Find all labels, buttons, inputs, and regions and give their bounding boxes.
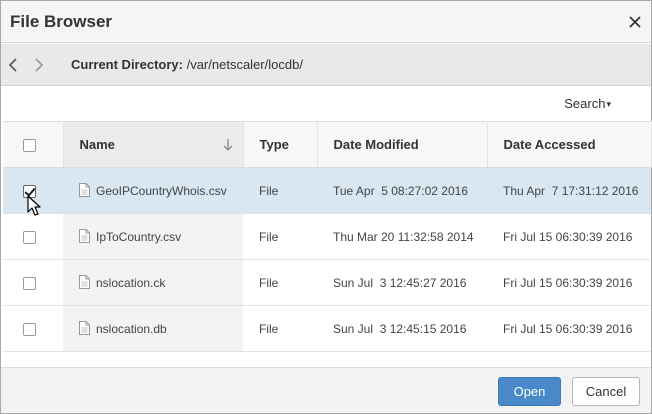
file-date-accessed: Fri Jul 15 06:30:39 2016 bbox=[487, 259, 651, 306]
file-name: IpToCountry.csv bbox=[96, 229, 182, 244]
file-type: File bbox=[243, 167, 317, 214]
search-dropdown[interactable]: Search▾ bbox=[564, 96, 611, 111]
directory-bar: Current Directory: /var/netscaler/locdb/ bbox=[1, 44, 651, 86]
search-row: Search▾ bbox=[1, 87, 651, 121]
dialog-title: File Browser bbox=[10, 12, 113, 31]
table-row[interactable]: IpToCountry.csv File Thu Mar 20 11:32:58 2… bbox=[3, 213, 651, 260]
file-type: File bbox=[243, 305, 317, 352]
select-all-cell bbox=[3, 121, 64, 168]
file-date-modified: Tue Apr 5 08:27:02 2016 bbox=[317, 167, 487, 214]
file-name: nslocation.ck bbox=[96, 275, 166, 290]
forward-arrow-icon[interactable] bbox=[31, 56, 47, 74]
row-checkbox[interactable] bbox=[23, 230, 36, 244]
select-all-checkbox[interactable] bbox=[23, 139, 36, 153]
row-checkbox-cell bbox=[3, 305, 63, 352]
current-directory: Current Directory: /var/netscaler/locdb/ bbox=[71, 57, 303, 72]
file-name-cell[interactable]: IpToCountry.csv bbox=[63, 213, 243, 260]
row-checkbox[interactable] bbox=[23, 276, 36, 290]
title-bar: File Browser bbox=[1, 1, 651, 43]
file-icon bbox=[79, 183, 90, 198]
current-directory-label: Current Directory: bbox=[71, 57, 183, 72]
table-row[interactable]: nslocation.ck File Sun Jul 3 12:45:27 2016… bbox=[3, 259, 651, 306]
file-name-cell[interactable]: nslocation.ck bbox=[63, 259, 243, 306]
current-directory-path: /var/netscaler/locdb/ bbox=[186, 57, 303, 72]
column-header-date-modified[interactable]: Date Modified bbox=[317, 121, 488, 168]
table-row[interactable]: GeoIPCountryWhois.csv File Tue Apr 5 08:27… bbox=[3, 167, 651, 214]
table-row[interactable]: nslocation.db File Sun Jul 3 12:45:15 2016… bbox=[3, 305, 651, 352]
file-table: Name Type Date Modified Date Accessed Ge… bbox=[3, 121, 652, 352]
file-name-cell[interactable]: GeoIPCountryWhois.csv bbox=[63, 167, 243, 214]
file-date-accessed: Thu Apr 7 17:31:12 2016 bbox=[487, 167, 651, 214]
chevron-down-icon: ▾ bbox=[606, 99, 611, 109]
file-name: GeoIPCountryWhois.csv bbox=[96, 183, 227, 198]
column-header-date-accessed[interactable]: Date Accessed bbox=[487, 121, 652, 168]
file-date-accessed: Fri Jul 15 06:30:39 2016 bbox=[487, 305, 651, 352]
file-name: nslocation.db bbox=[96, 321, 167, 336]
column-header-name[interactable]: Name bbox=[63, 121, 244, 168]
file-type: File bbox=[243, 213, 317, 260]
file-icon bbox=[79, 321, 90, 336]
column-header-name-label: Name bbox=[79, 137, 115, 152]
dialog-footer: Open Cancel bbox=[1, 367, 651, 413]
row-checkbox-cell bbox=[3, 167, 63, 214]
row-checkbox[interactable] bbox=[23, 322, 36, 336]
file-name-cell[interactable]: nslocation.db bbox=[63, 305, 243, 352]
file-date-modified: Sun Jul 3 12:45:27 2016 bbox=[317, 259, 487, 306]
file-icon bbox=[79, 229, 90, 244]
back-arrow-icon[interactable] bbox=[5, 56, 21, 74]
table-header-row: Name Type Date Modified Date Accessed bbox=[3, 121, 652, 168]
file-date-modified: Thu Mar 20 11:32:58 2014 bbox=[317, 213, 487, 260]
column-header-type[interactable]: Type bbox=[243, 121, 318, 168]
sort-down-icon bbox=[223, 139, 232, 151]
close-icon[interactable] bbox=[627, 14, 643, 30]
open-button[interactable]: Open bbox=[498, 377, 561, 406]
file-browser-dialog: File Browser Current Directory: /var/net… bbox=[0, 0, 652, 414]
file-icon bbox=[79, 275, 90, 290]
row-checkbox-cell bbox=[3, 213, 63, 260]
file-date-accessed: Fri Jul 15 06:30:39 2016 bbox=[487, 213, 651, 260]
file-date-modified: Sun Jul 3 12:45:15 2016 bbox=[317, 305, 487, 352]
row-checkbox-cell bbox=[3, 259, 63, 306]
file-type: File bbox=[243, 259, 317, 306]
cancel-button[interactable]: Cancel bbox=[572, 377, 640, 406]
search-label: Search bbox=[564, 96, 606, 111]
row-checkbox[interactable] bbox=[23, 184, 36, 198]
